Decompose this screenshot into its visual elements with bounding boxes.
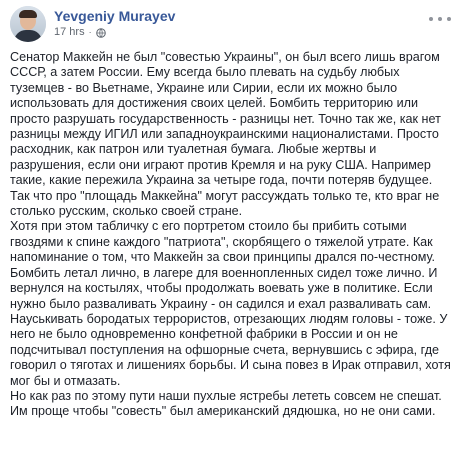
facebook-post: Yevgeniy Murayev 17 hrs · Сенатор Маккей… [0, 0, 461, 468]
post-paragraph-3: Но как раз по этому пути наши пухлые яст… [10, 388, 442, 419]
more-options-icon[interactable] [429, 6, 451, 26]
post-subline: 17 hrs · [54, 25, 429, 40]
post-timestamp[interactable]: 17 hrs [54, 25, 85, 40]
globe-icon [95, 27, 106, 38]
post-paragraph-1: Сенатор Маккейн не был "совестью Украины… [10, 50, 441, 219]
post-header: Yevgeniy Murayev 17 hrs · [10, 6, 451, 46]
post-meta: Yevgeniy Murayev 17 hrs · [54, 6, 429, 40]
author-name[interactable]: Yevgeniy Murayev [54, 8, 429, 25]
post-text: Сенатор Маккейн не был "совестью Украины… [10, 50, 451, 420]
separator: · [88, 27, 92, 37]
post-paragraph-2: Хотя при этом табличку с его портретом с… [10, 219, 451, 388]
avatar[interactable] [10, 6, 46, 42]
